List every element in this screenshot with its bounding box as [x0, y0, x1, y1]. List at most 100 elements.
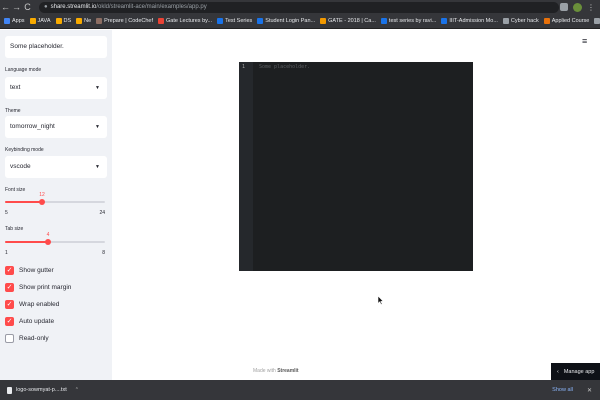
- checkbox-show-gutter[interactable]: ✓ Show gutter: [5, 266, 54, 275]
- streamlit-link[interactable]: Streamlit: [277, 368, 298, 374]
- checkbox-label: Wrap enabled: [19, 301, 60, 308]
- bookmark-favicon-icon: [543, 18, 550, 24]
- bookmark-label: Apps: [12, 18, 25, 24]
- bookmark-item[interactable]: Applied Course: [543, 18, 590, 24]
- font-size-range: 5 24: [5, 210, 105, 216]
- bookmark-label: GATE - 2018 | Ca...: [328, 18, 376, 24]
- bookmark-item[interactable]: GATE - 2018 | Ca...: [320, 18, 376, 24]
- bookmark-item[interactable]: gate test series: [594, 18, 600, 24]
- forward-icon[interactable]: →: [11, 0, 22, 14]
- bookmark-item[interactable]: Student Login Pan...: [257, 18, 315, 24]
- chevron-down-icon: ▼: [95, 124, 100, 130]
- theme-value: tomorrow_night: [10, 123, 55, 130]
- bookmarks-bar: Apps JAVA DS Ne Prepare | CodeChef Gate Lectu…: [0, 14, 600, 29]
- theme-label: Theme: [5, 108, 21, 114]
- chevron-down-icon: ▼: [95, 85, 100, 91]
- editor-placeholder: Some placeholder.: [259, 64, 311, 70]
- bookmark-favicon-icon: [257, 18, 264, 24]
- checkbox-label: Read-only: [19, 335, 49, 342]
- slider-thumb[interactable]: [39, 199, 45, 205]
- bookmark-item[interactable]: test series by ravi...: [380, 18, 437, 24]
- font-size-slider[interactable]: 12: [5, 192, 105, 207]
- download-bar: logo-sowmyat-p....txt ⌃ Show all ✕: [0, 380, 600, 400]
- keybinding-mode-label: Keybinding mode: [5, 147, 44, 153]
- checkbox-label: Auto update: [19, 318, 55, 325]
- tab-size-slider[interactable]: 4: [5, 232, 105, 247]
- checkbox-label: Show gutter: [19, 267, 54, 274]
- bookmark-item[interactable]: DS: [55, 18, 72, 24]
- download-item[interactable]: logo-sowmyat-p....txt ⌃: [7, 386, 79, 394]
- bookmark-favicon-icon: [55, 18, 62, 24]
- manage-app-label: Manage app: [563, 368, 595, 375]
- bookmark-item[interactable]: Test Series: [217, 18, 252, 24]
- file-icon: [7, 386, 12, 394]
- close-icon[interactable]: ✕: [587, 387, 592, 394]
- bookmark-favicon-icon: [29, 18, 36, 24]
- bookmark-item[interactable]: JAVA: [29, 18, 51, 24]
- checkbox-unchecked-icon[interactable]: [5, 334, 14, 343]
- bookmark-favicon-icon: [502, 18, 509, 24]
- bookmark-item[interactable]: IIIT-Admission Mo...: [441, 18, 498, 24]
- language-mode-select[interactable]: text ▼: [5, 77, 107, 99]
- browser-menu-icon[interactable]: ⋮: [587, 3, 595, 12]
- show-all-link[interactable]: Show all: [552, 387, 573, 393]
- bookmark-favicon-icon: [594, 18, 600, 24]
- checkbox-auto-update[interactable]: ✓ Auto update: [5, 317, 54, 326]
- language-mode-label: Language mode: [5, 67, 42, 73]
- slider-thumb[interactable]: [45, 239, 51, 245]
- checkbox-show-print-margin[interactable]: ✓ Show print margin: [5, 283, 71, 292]
- bookmark-favicon-icon: [96, 18, 103, 24]
- browser-toolbar: ← → C ● share.streamlit.io /okld/streaml…: [0, 0, 600, 14]
- slider-fill: [5, 201, 42, 203]
- checkbox-checked-icon[interactable]: ✓: [5, 300, 14, 309]
- keybinding-mode-value: vscode: [10, 163, 31, 170]
- address-bar[interactable]: ● share.streamlit.io /okld/streamlit-ace…: [39, 1, 559, 13]
- bookmark-label: Applied Course: [551, 18, 590, 24]
- keybinding-mode-select[interactable]: vscode ▼: [5, 156, 107, 178]
- url-path: /okld/streamlit-ace/main/examples/app.py: [96, 4, 207, 10]
- chevron-up-icon[interactable]: ⌃: [75, 387, 79, 393]
- language-mode-value: text: [10, 84, 21, 91]
- chevron-down-icon: ▼: [95, 164, 100, 170]
- footer: Made with Streamlit: [253, 368, 299, 374]
- bookmark-favicon-icon: [217, 18, 224, 24]
- bookmark-label: JAVA: [37, 18, 51, 24]
- bookmark-favicon-icon: [441, 18, 448, 24]
- theme-select[interactable]: tomorrow_night ▼: [5, 116, 107, 138]
- checkbox-label: Show print margin: [19, 284, 72, 291]
- bookmark-label: test series by ravi...: [388, 18, 437, 24]
- checkbox-read-only[interactable]: Read-only: [5, 334, 49, 343]
- bookmark-label: Cyber hack: [510, 18, 539, 24]
- editor-gutter: [239, 62, 253, 271]
- slider-min: 1: [5, 250, 8, 256]
- bookmark-label: DS: [63, 18, 72, 24]
- slider-max: 24: [99, 210, 105, 216]
- placeholder-text-input[interactable]: Some placeholder.: [5, 36, 107, 58]
- checkbox-checked-icon[interactable]: ✓: [5, 283, 14, 292]
- bookmark-favicon-icon: [380, 18, 387, 24]
- extension-icon[interactable]: [560, 3, 568, 11]
- profile-avatar-icon[interactable]: [573, 2, 582, 12]
- extensions-area: ⋮: [560, 2, 600, 12]
- tab-size-range: 1 8: [5, 250, 105, 256]
- reload-icon[interactable]: C: [22, 0, 33, 14]
- manage-app-button[interactable]: ‹ Manage app: [551, 363, 600, 380]
- checkbox-wrap-enabled[interactable]: ✓ Wrap enabled: [5, 300, 59, 309]
- bookmark-favicon-icon: [76, 18, 83, 24]
- bookmark-item[interactable]: Gate Lectures by...: [158, 18, 212, 24]
- chevron-left-icon: ‹: [557, 368, 559, 375]
- ace-editor[interactable]: 1 Some placeholder.: [239, 62, 473, 271]
- bookmark-label: Gate Lectures by...: [166, 18, 213, 24]
- bookmark-item[interactable]: Prepare | CodeChef: [96, 18, 153, 24]
- slider-value: 12: [39, 192, 45, 198]
- bookmark-item[interactable]: Apps: [4, 18, 25, 24]
- checkbox-checked-icon[interactable]: ✓: [5, 317, 14, 326]
- bookmark-item[interactable]: Ne: [76, 18, 91, 24]
- url-host: share.streamlit.io: [50, 4, 97, 10]
- footer-prefix: Made with: [253, 368, 276, 374]
- bookmark-item[interactable]: Cyber hack: [502, 18, 539, 24]
- hamburger-menu-icon[interactable]: ≡: [582, 36, 587, 46]
- back-icon[interactable]: ←: [0, 0, 11, 14]
- sidebar: Some placeholder. Language mode text ▼ T…: [0, 30, 112, 380]
- checkbox-checked-icon[interactable]: ✓: [5, 266, 14, 275]
